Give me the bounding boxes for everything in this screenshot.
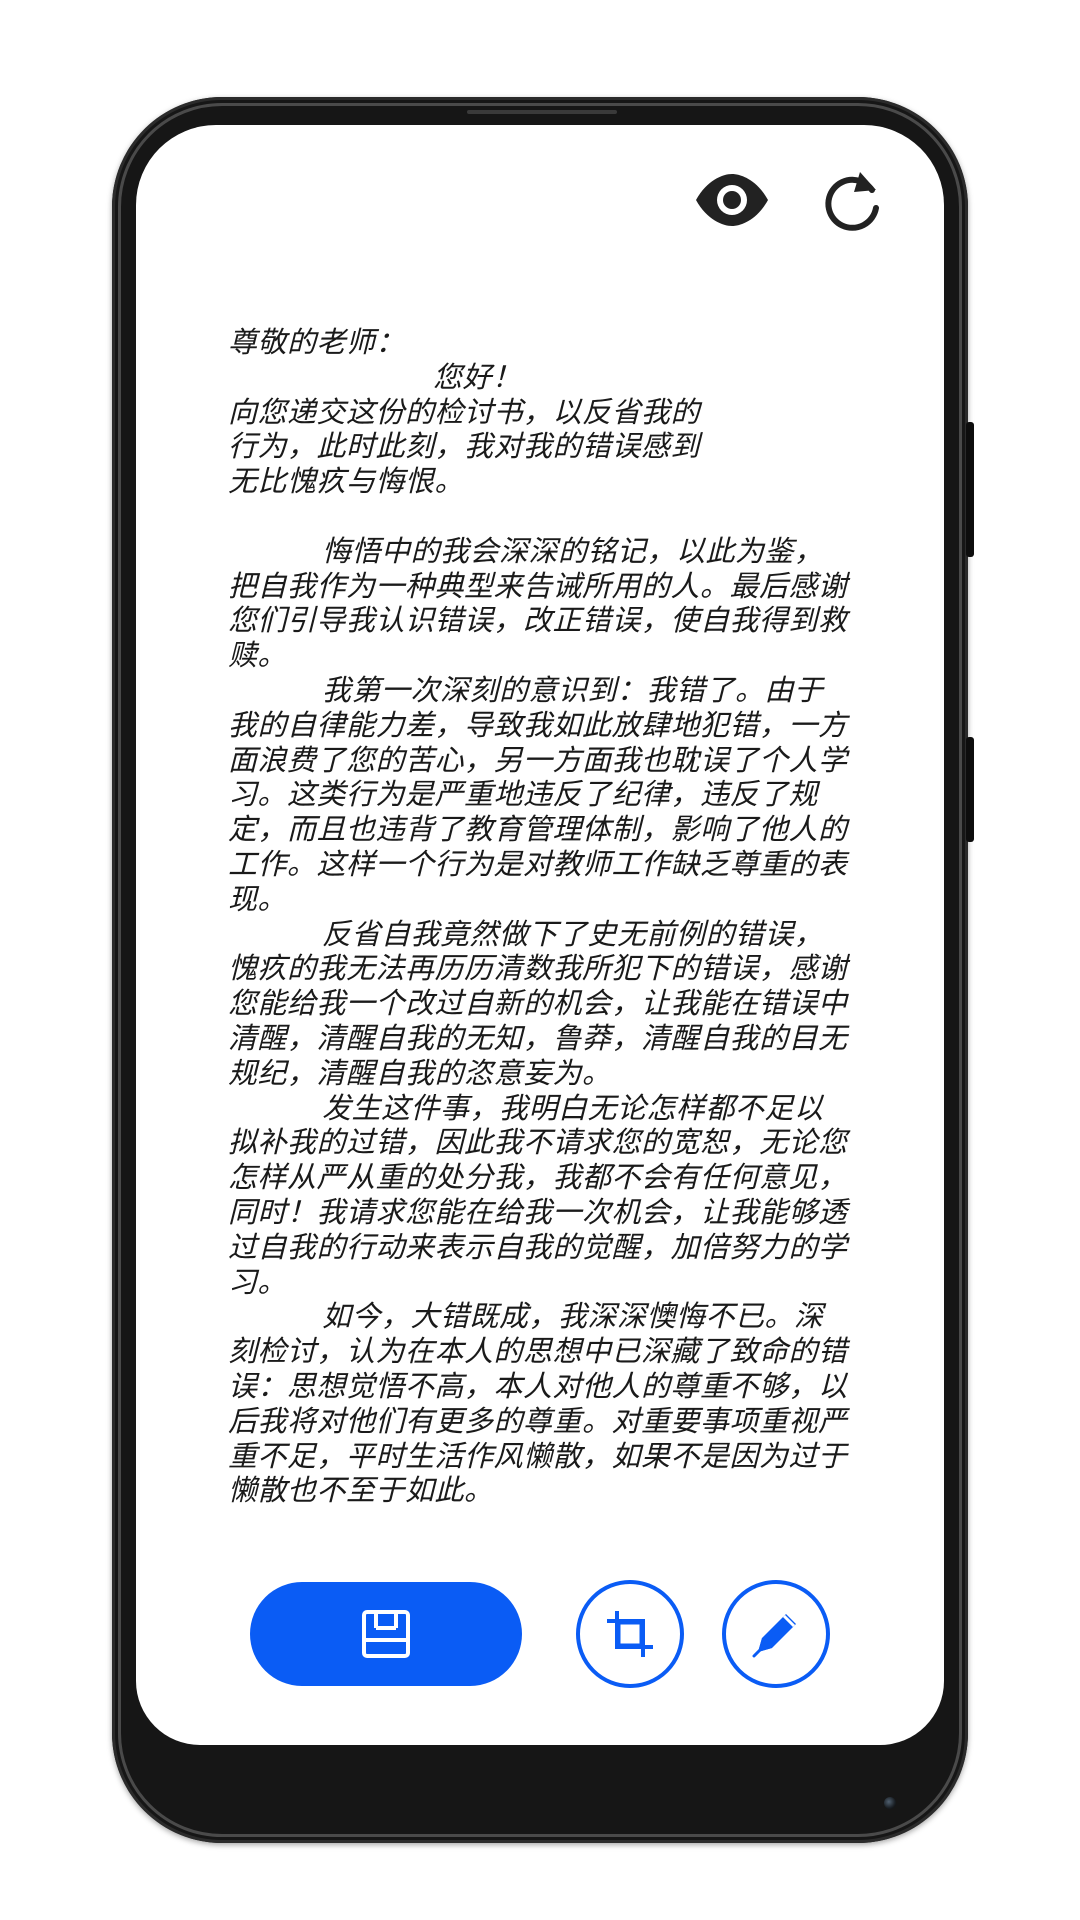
letter-paragraph: 我第一次深刻的意识到：我错了。由于我的自律能力差，导致我如此放肆地犯错，一方面浪…: [228, 672, 848, 916]
save-icon: [362, 1610, 410, 1658]
eye-icon: [696, 174, 768, 226]
rotate-button[interactable]: [814, 165, 894, 235]
earpiece-speaker: [467, 110, 617, 114]
app-screen: 尊敬的老师： 您好！ 向您递交这份的检讨书，以反省我的 行为，此时此刻，我对我的…: [136, 125, 944, 1745]
handwritten-letter: 尊敬的老师： 您好！ 向您递交这份的检讨书，以反省我的 行为，此时此刻，我对我的…: [228, 325, 848, 1508]
letter-intro-line: 向您递交这份的检讨书，以反省我的: [228, 394, 701, 429]
letter-paragraph: 反省自我竟然做下了史无前例的错误，愧疚的我无法再历历清数我所犯下的错误，感谢您能…: [228, 916, 848, 1090]
volume-button: [966, 737, 974, 842]
crop-button[interactable]: [576, 1580, 684, 1688]
letter-salutation: 尊敬的老师：: [228, 325, 406, 359]
power-button: [966, 422, 974, 557]
letter-intro-line: 行为，此时此刻，我对我的错误感到: [228, 429, 701, 464]
letter-greeting: 您好！: [433, 359, 522, 394]
top-toolbar: [692, 165, 894, 235]
device-mockup: 尊敬的老师： 您好！ 向您递交这份的检讨书，以反省我的 行为，此时此刻，我对我的…: [0, 0, 1080, 1920]
letter-paragraph: 悔悟中的我会深深的铭记，以此为鉴，把自我作为一种典型来告诫所用的人。最后感谢您们…: [228, 533, 848, 673]
camera-dot: [884, 1797, 896, 1809]
letter-intro-line: 无比愧疚与悔恨。: [228, 464, 465, 499]
save-button[interactable]: [250, 1582, 522, 1686]
edit-button[interactable]: [722, 1580, 830, 1688]
preview-button[interactable]: [692, 165, 772, 235]
letter-paragraph: 发生这件事，我明白无论怎样都不足以拟补我的过错，因此我不请求您的宽恕，无论您怎样…: [228, 1090, 848, 1299]
crop-icon: [607, 1611, 653, 1657]
pencil-icon: [752, 1614, 796, 1658]
letter-paragraph: 如今，大错既成，我深深懊悔不已。深刻检讨，认为在本人的思想中已深藏了致命的错误：…: [228, 1299, 848, 1508]
rotate-icon: [825, 172, 879, 231]
